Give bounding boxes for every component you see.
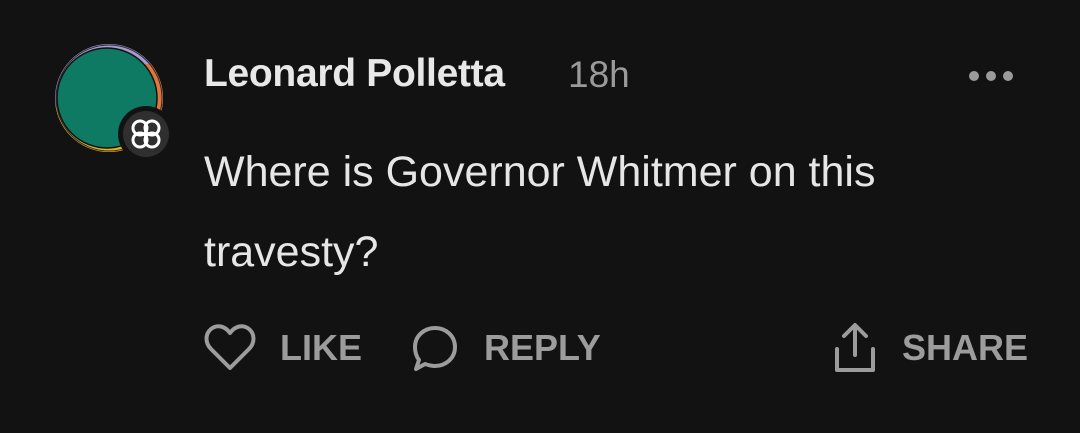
share-upload-icon [835, 323, 875, 372]
share-label: SHARE [902, 327, 1029, 368]
comment-text: Where is Governor Whitmer on this traves… [204, 148, 876, 276]
like-label: LIKE [280, 327, 363, 368]
community-badge [118, 106, 174, 162]
avatar[interactable] [55, 44, 175, 166]
heart-icon [204, 324, 256, 370]
comment-card: Leonard Polletta 18h Where is Governor W… [0, 0, 1080, 433]
more-dots-icon[interactable] [966, 66, 1016, 86]
reply-button[interactable]: REPLY [410, 320, 601, 376]
share-button[interactable]: SHARE [832, 320, 1028, 376]
author-name[interactable]: Leonard Polletta [204, 52, 505, 96]
reply-label: REPLY [484, 327, 601, 368]
like-button[interactable]: LIKE [204, 320, 362, 376]
speech-bubble-icon [413, 326, 457, 371]
community-flower-icon [131, 119, 161, 149]
comment-timestamp: 18h [568, 54, 630, 95]
